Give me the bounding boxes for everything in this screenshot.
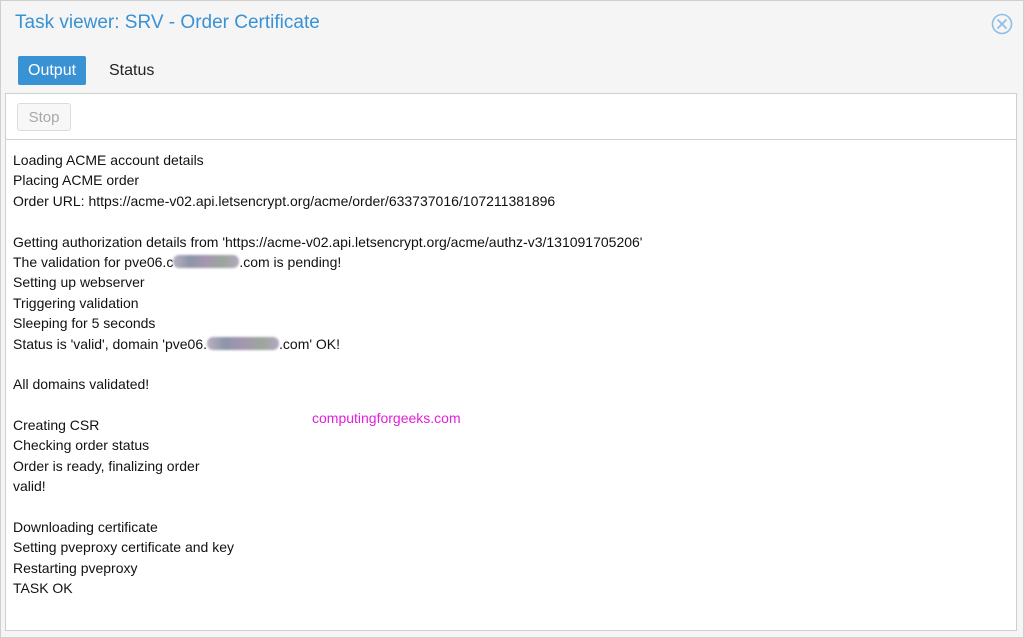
log-line: Sleeping for 5 seconds [13, 315, 156, 332]
redacted-domain [207, 336, 280, 350]
log-line: The validation for pve06.c .com is pendin… [13, 252, 1003, 272]
log-line: Setting pveproxy certificate and key [13, 539, 235, 556]
window-title: Task viewer: SRV - Order Certificate [15, 12, 320, 33]
task-viewer-window: Task viewer: SRV - Order Certificate Out… [0, 0, 1024, 638]
log-line: Loading ACME account details [13, 152, 204, 168]
close-circle-icon [991, 13, 1013, 35]
stop-button[interactable]: Stop [17, 103, 71, 131]
log-text: Status is 'valid', domain 'pve06. [13, 335, 208, 352]
close-button[interactable] [991, 13, 1013, 35]
tab-bar: Output Status [1, 49, 1023, 91]
log-line: Order is ready, finalizing order [13, 457, 200, 474]
log-line: Getting authorization details from 'http… [13, 233, 643, 250]
log-text: .com' OK! [279, 335, 341, 352]
tab-output[interactable]: Output [18, 56, 87, 85]
task-log: Loading ACME account details Placing ACM… [13, 150, 1003, 599]
output-panel: Stop Loading ACME account details Placin… [5, 93, 1017, 631]
log-line: Order URL: https://acme-v02.api.letsencr… [13, 192, 556, 209]
log-line: Triggering validation [13, 294, 139, 311]
log-line: Placing ACME order [13, 172, 140, 189]
redacted-domain [173, 254, 240, 268]
output-toolbar: Stop [6, 94, 1016, 140]
log-text: .com is pending! [239, 253, 342, 270]
log-line: All domains validated! [13, 376, 150, 393]
log-line: Restarting pveproxy [13, 559, 138, 576]
log-line: Setting up webserver [13, 274, 145, 291]
watermark-text: computingforgeeks.com [312, 410, 461, 426]
log-line: TASK OK [13, 580, 73, 597]
log-line: Downloading certificate [13, 519, 158, 536]
log-line: Creating CSR [13, 417, 100, 434]
log-line: Checking order status [13, 437, 150, 454]
log-line: valid! [13, 478, 46, 495]
titlebar: Task viewer: SRV - Order Certificate [1, 1, 1023, 47]
tab-status[interactable]: Status [99, 56, 164, 85]
log-text: The validation for pve06.c [13, 253, 174, 270]
log-line: Status is 'valid', domain 'pve06. .com' O… [13, 334, 1003, 354]
